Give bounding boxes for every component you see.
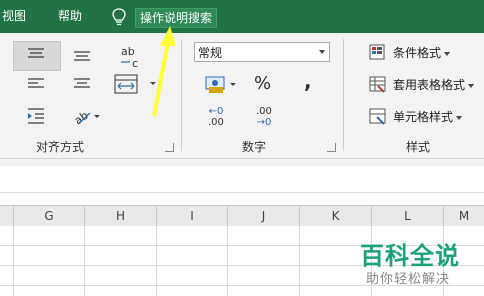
column-header-j[interactable]: J (228, 206, 300, 226)
chevron-down-icon (444, 51, 451, 56)
increase-decimal-bottom: .00 (208, 117, 224, 128)
cell-styles-label: 单元格样式 (393, 110, 454, 124)
ribbon-tab-bar: 视图 帮助 操作说明搜索 (0, 0, 484, 33)
comma-style-button[interactable]: , (304, 69, 312, 93)
align-center-icon[interactable] (72, 77, 92, 93)
format-as-table-label: 套用表格格式 (393, 78, 466, 92)
align-middle-icon[interactable] (72, 49, 92, 65)
column-header-k[interactable]: K (300, 206, 372, 226)
tab-view[interactable]: 视图 (2, 0, 26, 33)
column-header-partial[interactable] (0, 206, 14, 226)
number-group-label: 数字 (242, 140, 267, 154)
number-format-value: 常规 (198, 46, 223, 60)
styles-group-label: 样式 (406, 140, 431, 154)
watermark: 百科全说 助你轻松解决 (360, 236, 480, 292)
orientation-icon[interactable]: ab (72, 105, 102, 127)
text-direction-icon[interactable]: ab c (118, 43, 142, 71)
chevron-down-icon (456, 115, 463, 120)
decrease-decimal-button[interactable]: .00 →0 (256, 106, 272, 128)
formula-bar[interactable] (0, 166, 484, 193)
decrease-decimal-bottom: →0 (256, 117, 272, 128)
align-top-icon (28, 48, 44, 58)
svg-text:ab: ab (72, 109, 91, 127)
cell-styles-icon (369, 108, 386, 125)
indent-icon[interactable] (26, 107, 46, 125)
column-header-h[interactable]: H (85, 206, 157, 226)
column-header-i[interactable]: I (157, 206, 228, 226)
column-header-g[interactable]: G (14, 206, 85, 226)
ribbon-gap (0, 159, 484, 166)
svg-text:c: c (132, 57, 138, 70)
number-format-select[interactable]: 常规 (194, 42, 330, 62)
group-separator (181, 39, 182, 151)
increase-decimal-button[interactable]: ←0 .00 (208, 106, 224, 128)
lightbulb-icon[interactable] (111, 8, 127, 26)
ribbon: ab c ab 对齐方式 常规 % , ←0 .00 .00 →0 数字 条件格… (0, 33, 484, 159)
align-left-icon[interactable] (26, 77, 46, 93)
percent-style-button[interactable]: % (254, 73, 271, 94)
conditional-formatting-icon (369, 44, 385, 60)
column-header-row: G H I J K L M (0, 205, 484, 227)
annotation-arrow-icon (152, 26, 176, 117)
conditional-formatting-label: 条件格式 (393, 46, 442, 60)
group-separator (343, 39, 344, 151)
watermark-title: 百科全说 (360, 242, 460, 270)
merge-center-icon[interactable] (113, 73, 139, 95)
format-as-table-icon (369, 76, 386, 93)
watermark-subtitle: 助你轻松解决 (366, 272, 451, 287)
accounting-format-icon[interactable] (204, 73, 238, 97)
chevron-down-icon (319, 50, 325, 54)
column-header-m[interactable]: M (444, 206, 484, 226)
number-dialog-launcher-icon[interactable] (327, 143, 336, 152)
chevron-down-icon (468, 83, 475, 88)
decrease-decimal-top: .00 (256, 106, 272, 117)
increase-decimal-top: ←0 (208, 106, 224, 117)
alignment-dialog-launcher-icon[interactable] (165, 143, 174, 152)
column-header-l[interactable]: L (372, 206, 444, 226)
alignment-group-label: 对齐方式 (36, 140, 85, 154)
tab-help[interactable]: 帮助 (58, 0, 82, 33)
